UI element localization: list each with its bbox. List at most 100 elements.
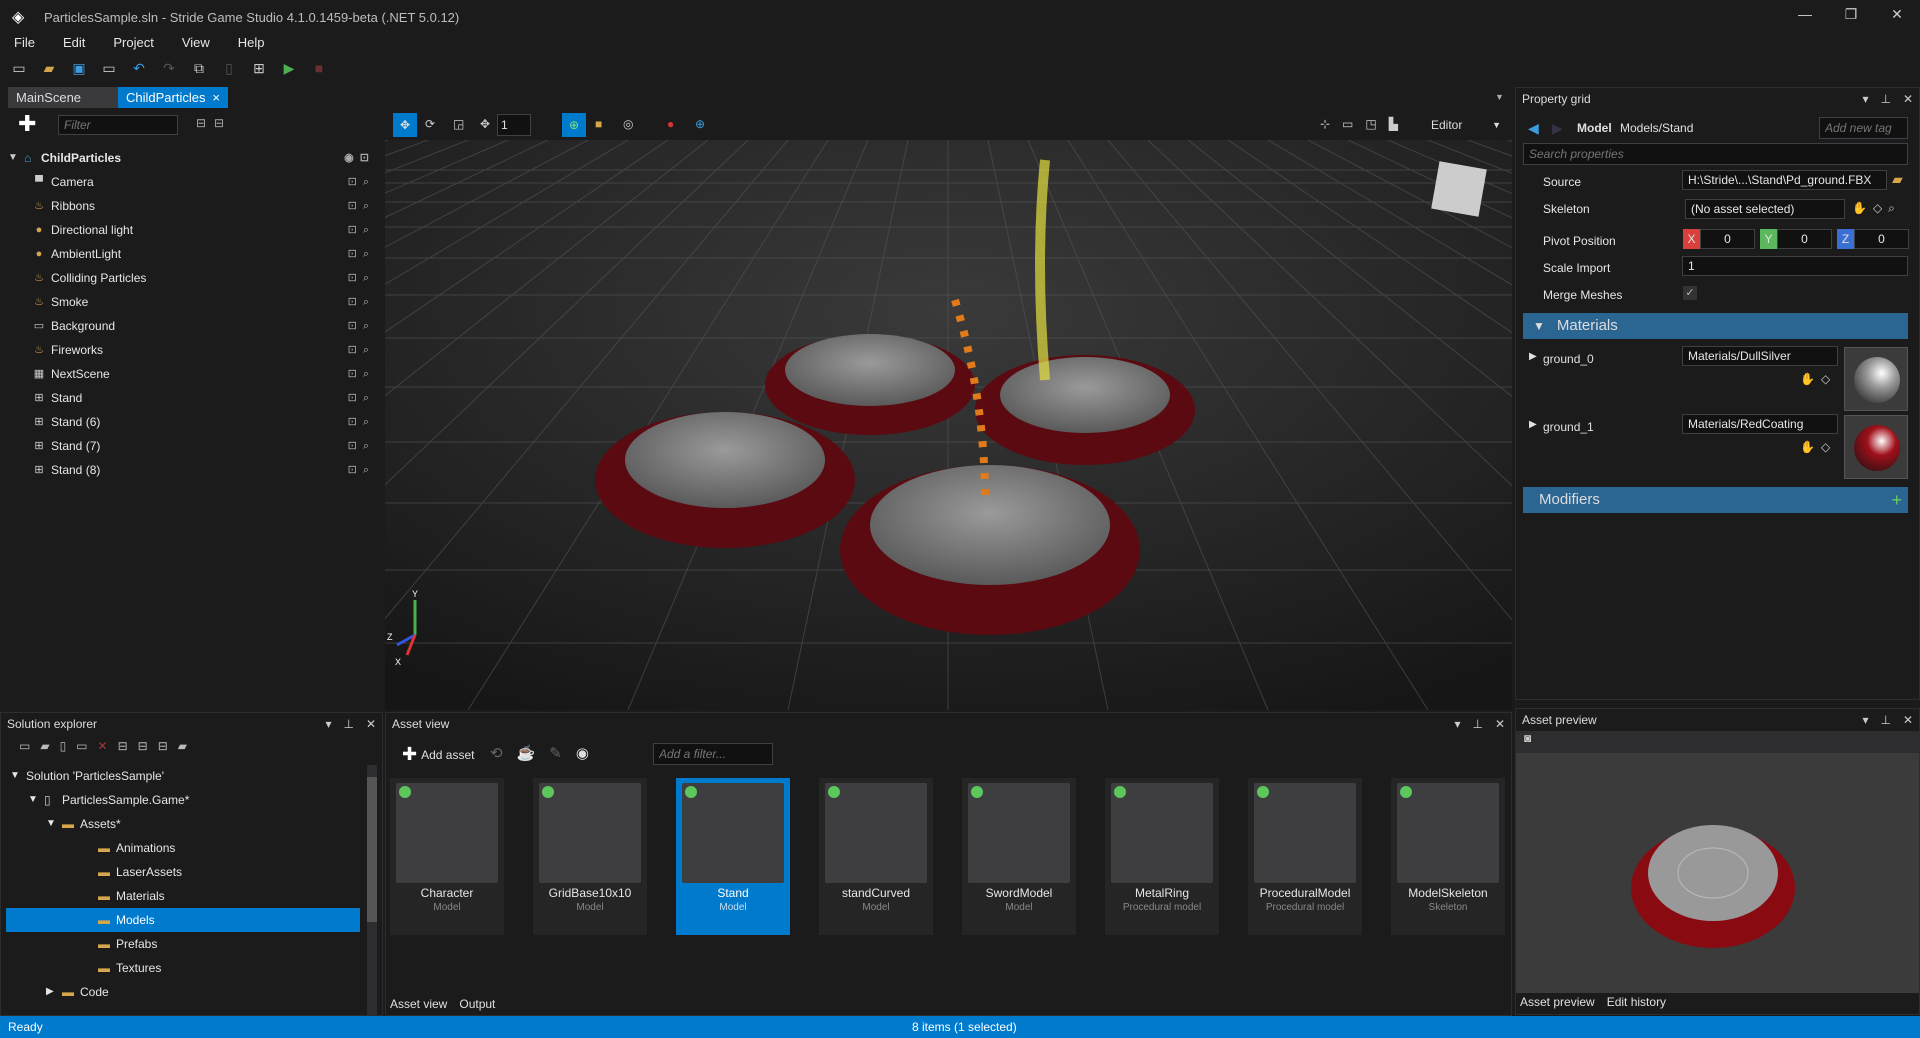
pivot-y[interactable]: Y0 <box>1760 229 1832 249</box>
tab-childparticles[interactable]: ChildParticles * × <box>118 87 228 126</box>
material-field[interactable]: Materials/DullSilver <box>1682 346 1838 366</box>
search-properties-input[interactable] <box>1523 143 1908 165</box>
asset-tile[interactable]: ProceduralModel Procedural model <box>1248 778 1362 935</box>
preview-canvas[interactable] <box>1516 753 1919 993</box>
lock-find-icons[interactable]: ⊡⌕ <box>348 362 375 386</box>
solution-item[interactable]: ▬ LaserAssets <box>6 860 360 884</box>
lighting-icon[interactable]: ⊕ <box>695 117 705 131</box>
modifiers-section[interactable]: Modifiers + <box>1523 487 1908 513</box>
open-folder-icon[interactable]: ▰ <box>40 60 58 76</box>
scene-entity[interactable]: ▦ NextScene ⊡⌕ <box>0 362 383 386</box>
lock-find-icons[interactable]: ⊡⌕ <box>348 458 375 482</box>
lock-find-icons[interactable]: ⊡⌕ <box>348 410 375 434</box>
pin-icon[interactable]: ⊥ <box>343 713 353 735</box>
expand-arrow-icon[interactable]: ▶ <box>1529 419 1537 430</box>
restore-button[interactable]: ❐ <box>1836 6 1866 23</box>
solution-item[interactable]: ▬ Materials <box>6 884 360 908</box>
collapse-arrow-icon[interactable]: ▼ <box>8 146 18 170</box>
asset-tile[interactable]: ModelSkeleton Skeleton <box>1391 778 1505 935</box>
skeleton-action-icons[interactable]: ✋◇⌕ <box>1852 201 1901 216</box>
camera-icon[interactable]: ◙ <box>1524 731 1531 745</box>
view-cube[interactable] <box>1431 161 1487 217</box>
material-icon[interactable]: ● <box>667 117 674 131</box>
add-tag-input[interactable] <box>1819 117 1908 139</box>
scene-entity[interactable]: ♨ Ribbons ⊡⌕ <box>0 194 383 218</box>
scene-entity[interactable]: ▭ Background ⊡⌕ <box>0 314 383 338</box>
scene-viewport[interactable]: ✥ ⟳ ◲ ✥ 1 ⊕ ■ ◎ ● ⊕ ⊹▭◳▙ Editor ▼ Y Z X <box>385 110 1512 710</box>
merge-checkbox[interactable]: ✓ <box>1683 286 1697 300</box>
menu-help[interactable]: Help <box>224 34 279 54</box>
solution-item[interactable]: ▬ Textures <box>6 956 360 980</box>
pivot-x[interactable]: X0 <box>1683 229 1755 249</box>
close-icon[interactable]: ✕ <box>1903 88 1913 110</box>
lock-find-icons[interactable]: ⊡⌕ <box>348 170 375 194</box>
scene-entity[interactable]: ♨ Colliding Particles ⊡⌕ <box>0 266 383 290</box>
snap-value-stepper[interactable]: 1 <box>497 114 531 136</box>
scene-entity[interactable]: ⊞ Stand (7) ⊡⌕ <box>0 434 383 458</box>
add-entity-button[interactable]: ✚ <box>18 113 36 135</box>
camera-mode-select[interactable]: Editor ▼ <box>1425 114 1505 136</box>
viewport-option-icons[interactable]: ⊹▭◳▙ <box>1320 117 1410 131</box>
asset-tile[interactable]: Character Model <box>390 778 504 935</box>
lock-find-icons[interactable]: ⊡⌕ <box>348 386 375 410</box>
pivot-z[interactable]: Z0 <box>1837 229 1909 249</box>
asset-tile[interactable]: standCurved Model <box>819 778 933 935</box>
snap-icon[interactable]: ✥ <box>480 117 490 131</box>
solution-item[interactable]: ▶ ▬ Code <box>6 980 360 1004</box>
close-tab-icon[interactable]: × <box>212 87 220 108</box>
asset-tile[interactable]: GridBase10x10 Model <box>533 778 647 935</box>
scene-entity[interactable]: ♨ Smoke ⊡⌕ <box>0 290 383 314</box>
translate-tool-icon[interactable]: ✥ <box>393 113 417 137</box>
solution-item[interactable]: ▬ Animations <box>6 836 360 860</box>
world-space-icon[interactable]: ⊕ <box>562 113 586 137</box>
dropdown-icon[interactable]: ▾ <box>325 713 331 735</box>
pin-icon[interactable]: ⊥ <box>1472 713 1482 735</box>
add-modifier-icon[interactable]: + <box>1891 487 1902 513</box>
solution-toolbar-icons[interactable]: ▭▰▯▭✕⊟⊟⊟▰ <box>19 739 197 753</box>
materials-section[interactable]: ▼ Materials <box>1523 313 1908 339</box>
pivot-z-input[interactable]: 0 <box>1854 229 1909 249</box>
scene-entity[interactable]: ● Directional light ⊡⌕ <box>0 218 383 242</box>
tab-edit-history[interactable]: Edit history <box>1607 995 1666 1009</box>
redo-icon[interactable]: ↷ <box>160 60 178 76</box>
scene-entity[interactable]: ⊞ Stand (6) ⊡⌕ <box>0 410 383 434</box>
tab-mainscene[interactable]: MainScene <box>8 87 118 108</box>
expand-arrow-icon[interactable]: ▼ <box>46 812 56 836</box>
forward-icon[interactable]: ▶ <box>1552 120 1563 137</box>
save-icon[interactable]: ▣ <box>70 60 88 76</box>
expand-arrow-icon[interactable]: ▼ <box>28 788 38 812</box>
open-folder-icon[interactable]: ▰ <box>1892 171 1903 188</box>
close-window-button[interactable]: ✕ <box>1882 6 1912 23</box>
scene-entity[interactable]: ● AmbientLight ⊡⌕ <box>0 242 383 266</box>
menu-view[interactable]: View <box>168 34 224 54</box>
lock-find-icons[interactable]: ⊡⌕ <box>348 218 375 242</box>
expand-arrow-icon[interactable]: ▶ <box>1529 351 1537 362</box>
close-icon[interactable]: ✕ <box>1495 713 1505 735</box>
lock-find-icons[interactable]: ⊡⌕ <box>348 290 375 314</box>
tab-asset-view[interactable]: Asset view <box>390 997 447 1011</box>
pin-icon[interactable]: ⊥ <box>1880 709 1890 731</box>
menu-file[interactable]: File <box>0 34 49 54</box>
material-action-icons[interactable]: ✋◇ <box>1800 440 1836 454</box>
window-icon[interactable]: ▭ <box>100 60 118 76</box>
back-icon[interactable]: ◀ <box>1528 120 1539 137</box>
expand-collapse-icons[interactable]: ⊟⊟ <box>196 116 232 130</box>
pivot-y-input[interactable]: 0 <box>1777 229 1832 249</box>
stop-icon[interactable]: ■ <box>310 60 328 76</box>
solution-item[interactable]: ▬ Models <box>6 908 360 932</box>
lock-find-icons[interactable]: ⊡⌕ <box>348 266 375 290</box>
solution-item[interactable]: ▼ ▯ ParticlesSample.Game* <box>6 788 360 812</box>
solution-item[interactable]: ▬ Prefabs <box>6 932 360 956</box>
asset-tile[interactable]: SwordModel Model <box>962 778 1076 935</box>
visual-studio-icon[interactable]: ⧉ <box>190 60 208 76</box>
asset-tile[interactable]: Stand Model <box>676 778 790 935</box>
tab-output[interactable]: Output <box>459 997 495 1011</box>
lock-find-icons[interactable]: ⊡⌕ <box>348 242 375 266</box>
pin-icon[interactable]: ⊥ <box>1880 88 1890 110</box>
scene-entity[interactable]: ⊞ Stand ⊡⌕ <box>0 386 383 410</box>
package-icon[interactable]: ⊞ <box>250 60 268 76</box>
dropdown-icon[interactable]: ▾ <box>1862 709 1868 731</box>
dropdown-icon[interactable]: ▾ <box>1454 713 1460 735</box>
lock-find-icons[interactable]: ⊡⌕ <box>348 194 375 218</box>
asset-action-icons[interactable]: ⟲☕✎◉ <box>490 744 603 762</box>
